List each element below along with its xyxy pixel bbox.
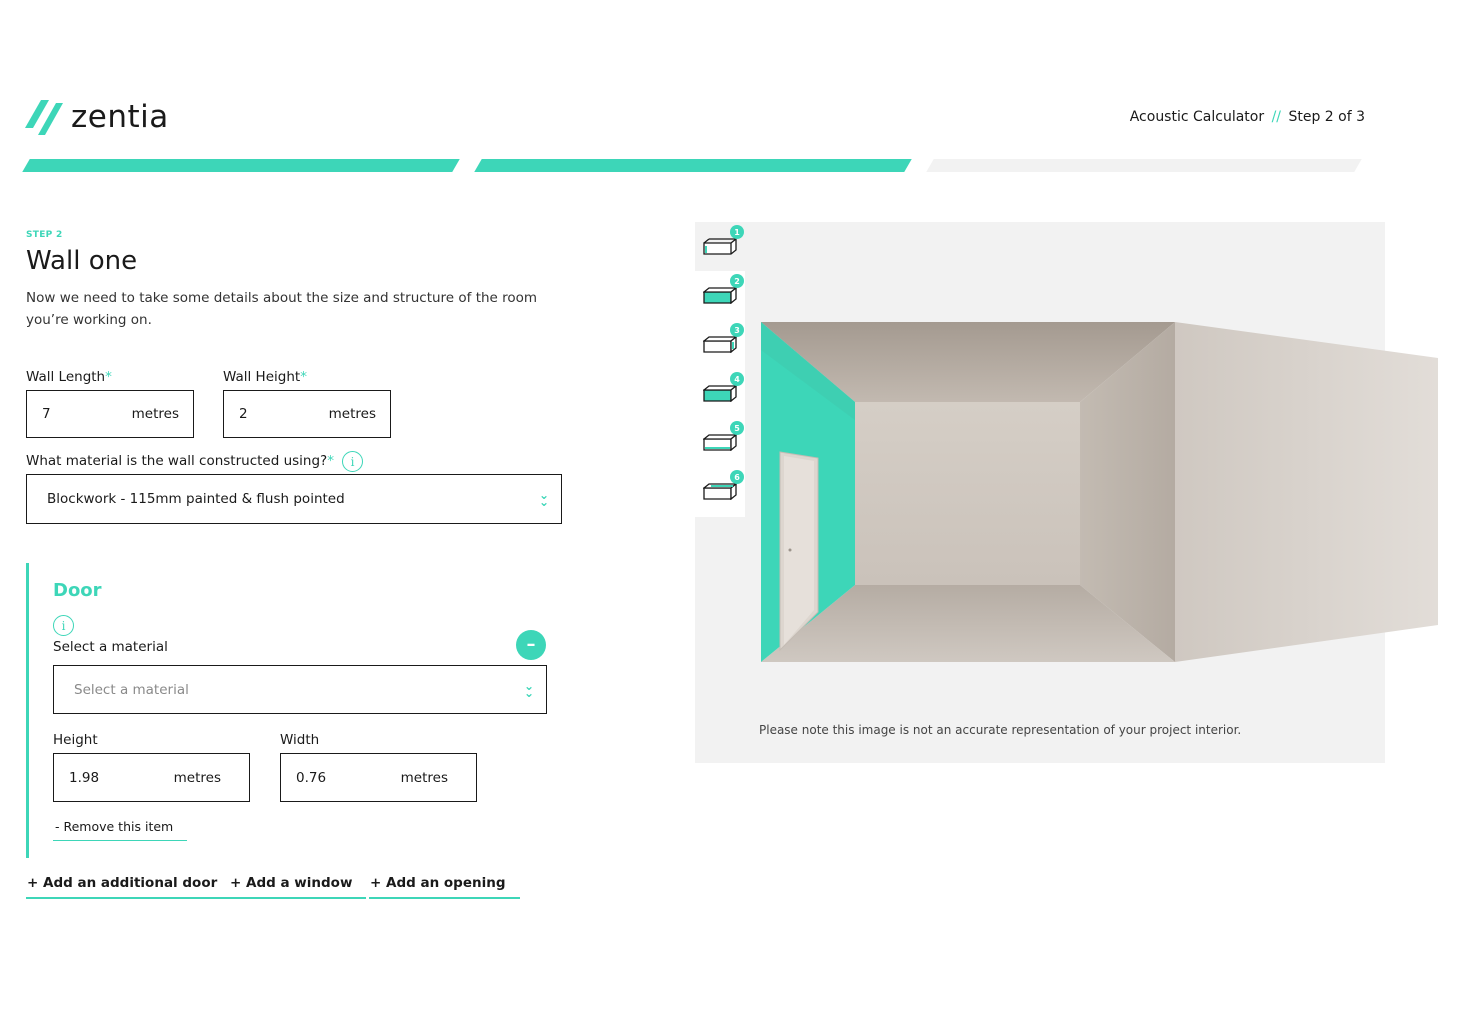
wall-height-label-text: Wall Height [223,369,301,385]
wall-length-value: 7 [42,406,51,422]
wall-length-input[interactable]: 7 metres [26,390,194,438]
page-title: Wall one [26,246,138,276]
wall-material-label-text: What material is the wall constructed us… [26,453,328,469]
door-material-placeholder: Select a material [74,681,189,698]
door-title: Door [53,580,102,601]
intro-text: Now we need to take some details about t… [26,290,538,328]
door-height-unit: metres [173,769,221,786]
room-wall-icon [703,384,737,402]
wall-tab-1[interactable]: 1 [695,222,745,271]
door-info-icon[interactable]: i [53,615,74,636]
wall-height-input[interactable]: 2 metres [223,390,391,438]
step-label: STEP 2 [26,230,63,240]
wall-height-unit: metres [328,406,376,422]
step-indicator: Step 2 of 3 [1288,109,1365,125]
double-chevron-down-icon: ⌄ ⌄ [523,678,534,700]
required-mark: * [327,453,334,469]
add-opening-link[interactable]: + Add an opening [369,875,520,899]
exterior-wall [1175,322,1438,662]
logo-wordmark: zentia [71,99,169,135]
door-material-label: Select a material [53,639,168,655]
step-breadcrumb: Acoustic Calculator // Step 2 of 3 [1130,109,1365,125]
room-wall-icon [703,482,737,500]
door-width-value: 0.76 [296,769,327,786]
wall-tab-6[interactable]: 6 [695,467,745,516]
wall-height-label: Wall Height* [223,369,307,385]
wall-length-unit: metres [131,406,179,422]
door-width-label: Width [280,732,320,748]
door-width-input[interactable]: 0.76 metres [280,753,477,802]
wall-tab-3[interactable]: 3 [695,320,745,369]
zentia-logo-mark [25,100,63,135]
room-wall-icon [703,335,737,353]
back-wall [855,402,1080,585]
wall-tab-number: 4 [730,372,744,386]
progress-step-2 [474,159,912,172]
double-chevron-down-icon: ⌄ ⌄ [538,488,549,509]
room-wall-icon [703,433,737,451]
wall-length-label: Wall Length* [26,369,112,385]
room-wall-icon [703,237,737,255]
add-window-link[interactable]: + Add a window [229,875,367,899]
wall-tab-number: 2 [730,274,744,288]
wall-tab-4[interactable]: 4 [695,369,745,418]
progress-bar [22,159,1362,173]
breadcrumb-separator: // [1271,109,1281,125]
door-height-label: Height [53,732,98,748]
add-door-link[interactable]: + Add an additional door [26,875,232,899]
room-3d-illustration [761,322,1438,662]
remove-item-link[interactable]: - Remove this item [53,819,188,841]
required-mark: * [300,369,307,385]
wall-tab-number: 6 [730,470,744,484]
collapse-door-button[interactable]: – [516,630,546,660]
door-width-unit: metres [400,769,448,786]
wall-material-label: What material is the wall constructed us… [26,453,334,469]
info-icon[interactable]: i [342,451,363,472]
calculator-label: Acoustic Calculator [1129,109,1265,125]
wall-material-select[interactable]: Blockwork - 115mm painted & flush pointe… [26,474,562,524]
door-height-input[interactable]: 1.98 metres [53,753,250,802]
room-wall-icon [703,286,737,304]
wall-tab-number: 3 [730,323,744,337]
door-height-value: 1.98 [69,769,100,786]
preview-disclaimer: Please note this image is not an accurat… [759,723,1242,737]
wall-selector: 1 2 3 4 5 6 [695,222,745,517]
wall-height-value: 2 [239,406,248,422]
wall-tab-number: 1 [730,225,744,239]
wall-tab-5[interactable]: 5 [695,418,745,467]
zentia-logo[interactable]: zentia [25,100,169,135]
progress-step-3 [926,159,1362,172]
wall-tab-number: 5 [730,421,744,435]
door-material-select[interactable]: Select a material ⌄ ⌄ [53,665,547,714]
wall-material-value: Blockwork - 115mm painted & flush pointe… [47,491,345,507]
wall-tab-2[interactable]: 2 [695,271,745,320]
progress-step-1 [22,159,460,172]
wall-length-label-text: Wall Length [26,369,106,385]
required-mark: * [105,369,112,385]
